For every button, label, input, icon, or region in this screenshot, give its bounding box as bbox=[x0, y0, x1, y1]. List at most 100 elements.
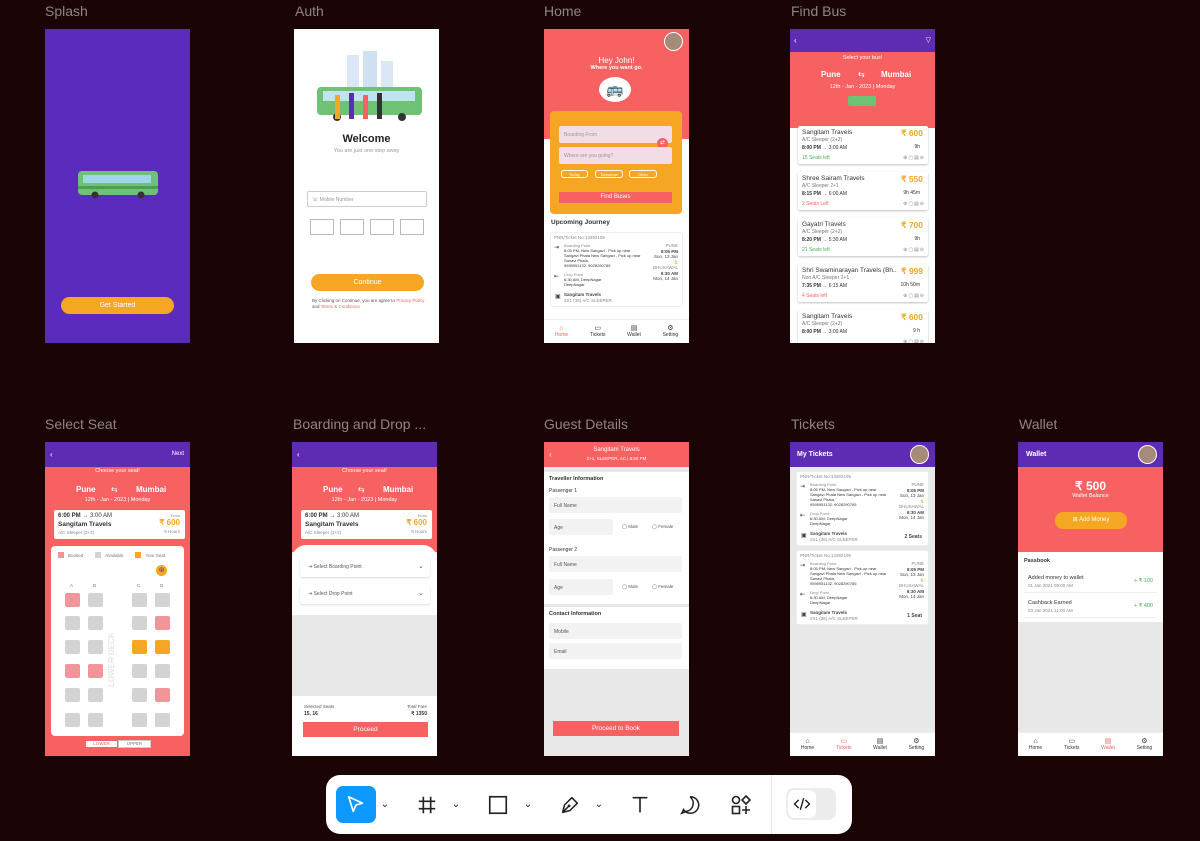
nav-wallet[interactable]: ▤ Wallet bbox=[627, 325, 641, 339]
bus-card[interactable]: Gayatri Travels ₹ 700 A/C Sleeper (2+2) 8:2… bbox=[798, 218, 928, 256]
destination-input[interactable]: Where are you going? bbox=[559, 147, 672, 164]
chip-today[interactable]: Today bbox=[561, 170, 588, 178]
seat[interactable] bbox=[132, 640, 147, 654]
seat[interactable] bbox=[65, 593, 80, 607]
passenger-2-male[interactable]: ◯ Male bbox=[622, 584, 638, 590]
seat[interactable] bbox=[88, 664, 103, 678]
passenger-1-age[interactable]: Age bbox=[549, 519, 613, 535]
email-input[interactable]: Email bbox=[549, 643, 682, 659]
journey-card[interactable]: PNR/Ticket No:13392109 ⇥ Boarding Point 8… bbox=[550, 232, 683, 307]
seat[interactable] bbox=[88, 616, 103, 630]
seat[interactable] bbox=[155, 640, 170, 654]
move-tool[interactable] bbox=[336, 786, 376, 823]
seat[interactable] bbox=[65, 713, 80, 727]
mobile-number-input[interactable]: ☏ Mobile Number bbox=[307, 191, 427, 207]
passenger-2-name[interactable]: Full Name bbox=[549, 556, 682, 572]
select-seat-frame[interactable]: ‹ Next Choose your seat! Pune ⇆ Mumbai 1… bbox=[45, 442, 190, 756]
nav-tickets[interactable]: ▭ Tickets bbox=[836, 738, 852, 752]
seat[interactable] bbox=[155, 664, 170, 678]
guest-frame[interactable]: ‹ Sangitam Travels 2+1, SLEEPER, AC | 8:… bbox=[544, 442, 689, 756]
frame-label-find-bus[interactable]: Find Bus bbox=[791, 3, 846, 19]
boarding-frame[interactable]: ‹ Choose your seat! Pune ⇆ Mumbai 12th -… bbox=[292, 442, 437, 756]
nav-home[interactable]: ⌂ Home bbox=[801, 738, 814, 752]
add-money-button[interactable]: ⊞ Add Money bbox=[1055, 512, 1127, 529]
select-drop-point[interactable]: ⇥ Select Drop Point ⌄ bbox=[300, 584, 430, 604]
filter-icon[interactable]: ▽ bbox=[926, 36, 931, 44]
frame-label-home[interactable]: Home bbox=[544, 3, 581, 19]
passenger-1-name[interactable]: Full Name bbox=[549, 497, 682, 513]
avatar[interactable] bbox=[1138, 445, 1157, 464]
boarding-from-input[interactable]: Boarding From bbox=[559, 126, 672, 143]
seat[interactable] bbox=[88, 593, 103, 607]
seat[interactable] bbox=[65, 664, 80, 678]
passbook-entry[interactable]: Cashback Earned 03 Jan 2021 11:00 AM + ₹ 4… bbox=[1024, 597, 1157, 618]
dev-mode-toggle[interactable] bbox=[786, 788, 836, 820]
chevron-down-icon[interactable]: ⌄ bbox=[522, 797, 534, 811]
next-button[interactable]: Next bbox=[172, 451, 184, 457]
avatar[interactable] bbox=[664, 32, 683, 51]
seat[interactable] bbox=[132, 593, 147, 607]
back-icon[interactable]: ‹ bbox=[50, 450, 53, 459]
bus-card[interactable]: Sangitam Travels ₹ 600 A/C Sleeper (2+2) 8:… bbox=[798, 126, 928, 164]
proceed-button[interactable]: Proceed bbox=[303, 722, 428, 737]
otp-digit-4[interactable] bbox=[400, 219, 424, 235]
continue-button[interactable]: Continue bbox=[311, 274, 424, 291]
ticket-card[interactable]: PNR/Ticket No:13392109 ⇥ Boarding Point 8:0… bbox=[796, 550, 929, 625]
seat[interactable] bbox=[88, 640, 103, 654]
seat[interactable] bbox=[132, 688, 147, 702]
text-tool[interactable] bbox=[623, 790, 657, 820]
nav-home[interactable]: ⌂ Home bbox=[1029, 738, 1042, 752]
bus-card[interactable]: Sangitam Travels ₹ 600 A/C Sleeper (2+2) 8:… bbox=[798, 310, 928, 343]
seat[interactable] bbox=[65, 688, 80, 702]
otp-digit-1[interactable] bbox=[310, 219, 334, 235]
nav-tickets[interactable]: ▭ Tickets bbox=[590, 325, 606, 339]
chip-other[interactable]: Other bbox=[629, 170, 657, 178]
chip-tomorrow[interactable]: Tomorrow bbox=[595, 170, 623, 178]
tab-lower[interactable]: LOWER bbox=[85, 740, 118, 748]
tickets-frame[interactable]: My Tickets ⌂ Home ▭ Tickets ▤ Wallet ⚙ Setti… bbox=[790, 442, 935, 756]
seat[interactable] bbox=[65, 640, 80, 654]
otp-digit-2[interactable] bbox=[340, 219, 364, 235]
seat[interactable] bbox=[88, 713, 103, 727]
home-frame[interactable]: Hey John! Where you want go. 🚌 Boarding … bbox=[544, 29, 689, 343]
frame-label-select-seat[interactable]: Select Seat bbox=[45, 416, 117, 432]
get-started-button[interactable]: Get Started bbox=[61, 297, 174, 314]
back-icon[interactable]: ‹ bbox=[794, 36, 797, 45]
nav-setting[interactable]: ⚙ Setting bbox=[1137, 738, 1153, 752]
proceed-to-book-button[interactable]: Proceed to Book bbox=[553, 721, 679, 736]
rectangle-tool[interactable] bbox=[481, 790, 515, 820]
seat[interactable] bbox=[132, 713, 147, 727]
seat[interactable] bbox=[132, 664, 147, 678]
frame-label-tickets[interactable]: Tickets bbox=[791, 416, 835, 432]
seat[interactable] bbox=[155, 688, 170, 702]
bus-card[interactable]: Shri Swaminarayan Travels (Bh.. ₹ 999 Non … bbox=[798, 264, 928, 302]
frame-label-splash[interactable]: Splash bbox=[45, 3, 88, 19]
seat[interactable] bbox=[88, 688, 103, 702]
select-boarding-point[interactable]: ⇥ Select Boarding Point ⌄ bbox=[300, 557, 430, 577]
chevron-down-icon[interactable]: ⌄ bbox=[450, 797, 462, 811]
seat[interactable] bbox=[155, 713, 170, 727]
chevron-down-icon[interactable]: ⌄ bbox=[593, 797, 605, 811]
seat[interactable] bbox=[65, 616, 80, 630]
comment-tool[interactable] bbox=[673, 790, 707, 820]
passenger-1-male[interactable]: ◯ Male bbox=[622, 524, 638, 530]
nav-setting[interactable]: ⚙ Setting bbox=[663, 325, 679, 339]
passbook-entry[interactable]: Added money to wallet 01 Jan 2021 09:00 A… bbox=[1024, 572, 1157, 593]
frame-tool[interactable] bbox=[410, 790, 444, 820]
wallet-frame[interactable]: Wallet ₹ 500 Wallet Balance ⊞ Add Money … bbox=[1018, 442, 1163, 756]
passenger-1-female[interactable]: ◯ Female bbox=[652, 524, 673, 530]
otp-digit-3[interactable] bbox=[370, 219, 394, 235]
frame-label-wallet[interactable]: Wallet bbox=[1019, 416, 1057, 432]
frame-label-auth[interactable]: Auth bbox=[295, 3, 324, 19]
nav-home[interactable]: ⌂ Home bbox=[555, 325, 568, 339]
nav-wallet[interactable]: ▤ Wallet bbox=[873, 738, 887, 752]
ticket-card[interactable]: PNR/Ticket No:13392109 ⇥ Boarding Point 8:0… bbox=[796, 471, 929, 546]
back-icon[interactable]: ‹ bbox=[297, 450, 300, 459]
frame-label-boarding[interactable]: Boarding and Drop ... bbox=[293, 416, 433, 432]
nav-tickets[interactable]: ▭ Tickets bbox=[1064, 738, 1080, 752]
privacy-policy-link[interactable]: Privacy Policy bbox=[396, 298, 424, 303]
find-bus-frame[interactable]: ‹ ▽ Select your bus! Pune ⇆ Mumbai 12th … bbox=[790, 29, 935, 343]
bus-card[interactable]: Shree Sairam Travels ₹ 550 A/C Sleeper 2+1… bbox=[798, 172, 928, 210]
seat[interactable] bbox=[155, 593, 170, 607]
nav-setting[interactable]: ⚙ Setting bbox=[909, 738, 925, 752]
